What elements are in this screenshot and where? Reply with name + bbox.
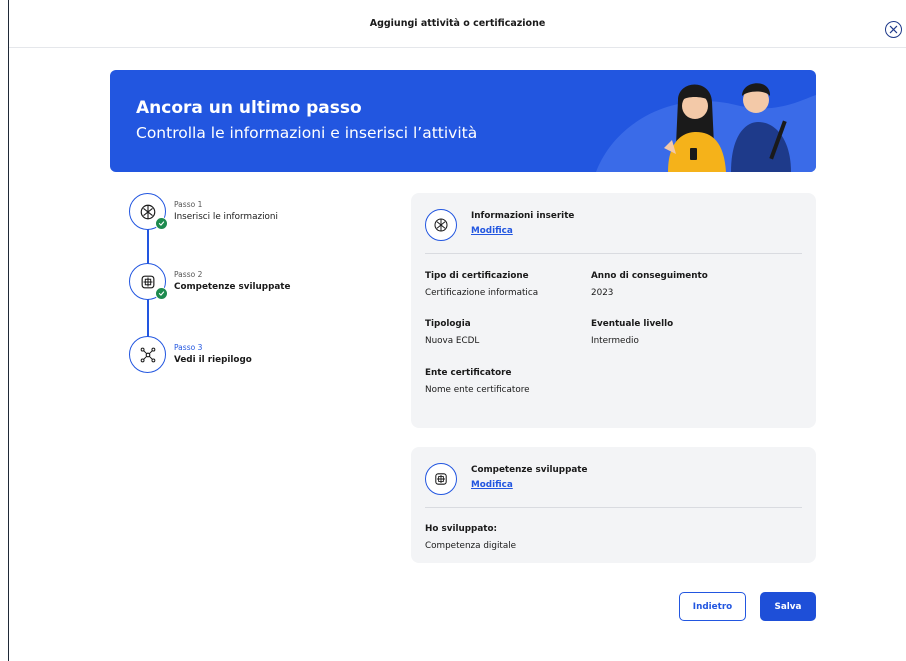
- field-label: Anno di conseguimento: [591, 271, 708, 281]
- skills-card-title: Competenze sviluppate: [471, 465, 588, 475]
- field-tipologia: Tipologia Nuova ECDL: [425, 319, 479, 346]
- info-card-divider: [425, 253, 802, 254]
- field-anno-conseguimento: Anno di conseguimento 2023: [591, 271, 708, 298]
- field-value: Nuova ECDL: [425, 336, 480, 346]
- info-card-icon-wrap: [425, 209, 457, 241]
- skills-card-icon-wrap: [425, 463, 457, 495]
- step-3-circle: [129, 336, 166, 373]
- info-card: Informazioni inserite Modifica Tipo di c…: [411, 193, 816, 428]
- modal-header: Aggiungi attività o certificazione: [9, 0, 906, 48]
- step-3-label: Vedi il riepilogo: [174, 355, 252, 365]
- check-icon: [158, 291, 165, 296]
- field-label: Ente certificatore: [425, 368, 512, 378]
- puzzle-icon: [141, 275, 154, 288]
- step-1: Passo 1 Inserisci le informazioni: [129, 193, 389, 233]
- step-3-number: Passo 3: [174, 343, 203, 352]
- step-1-label: Inserisci le informazioni: [174, 212, 278, 222]
- modal-title: Aggiungi attività o certificazione: [369, 18, 546, 29]
- skills-card-divider: [425, 507, 802, 508]
- skills-card-edit-link[interactable]: Modifica: [471, 480, 513, 490]
- step-1-check: [155, 217, 168, 230]
- banner-subtitle: Controlla le informazioni e inserisci l’…: [136, 124, 478, 142]
- back-button[interactable]: Indietro: [679, 592, 746, 621]
- close-icon: [889, 25, 898, 34]
- step-2: Passo 2 Competenze sviluppate: [129, 263, 389, 303]
- modal-frame: Aggiungi attività o certificazione Ancor…: [8, 0, 906, 661]
- people-illustration: [596, 83, 816, 172]
- field-tipo-certificazione: Tipo di certificazione Certificazione in…: [425, 271, 538, 298]
- stepper: Passo 1 Inserisci le informazioni Passo …: [129, 193, 389, 383]
- save-button[interactable]: Salva: [760, 592, 816, 621]
- field-value: Competenza digitale: [425, 541, 517, 551]
- cube-icon: [140, 204, 155, 219]
- info-card-edit-link[interactable]: Modifica: [471, 226, 513, 236]
- field-label: Eventuale livello: [591, 319, 674, 329]
- skills-card: Competenze sviluppate Modifica Ho svilup…: [411, 447, 816, 563]
- hero-banner: Ancora un ultimo passo Controlla le info…: [110, 70, 816, 172]
- field-ente-certificatore: Ente certificatore Nome ente certificato…: [425, 368, 530, 395]
- banner-title: Ancora un ultimo passo: [136, 98, 362, 118]
- field-ho-sviluppato: Ho sviluppato: Competenza digitale: [425, 524, 516, 551]
- puzzle-icon: [435, 473, 447, 485]
- field-value: Nome ente certificatore: [425, 385, 530, 395]
- field-label: Tipologia: [425, 319, 471, 329]
- check-icon: [158, 221, 165, 226]
- field-eventuale-livello: Eventuale livello Intermedio: [591, 319, 673, 346]
- field-label: Ho sviluppato:: [425, 524, 498, 534]
- skills-card-header: Competenze sviluppate Modifica: [425, 461, 805, 501]
- step-1-number: Passo 1: [174, 200, 203, 209]
- info-card-title: Informazioni inserite: [471, 211, 575, 221]
- cube-icon: [434, 218, 448, 232]
- field-label: Tipo di certificazione: [425, 271, 529, 281]
- field-value: Intermedio: [591, 336, 639, 346]
- step-2-check: [155, 287, 168, 300]
- step-3: Passo 3 Vedi il riepilogo: [129, 336, 389, 376]
- close-button[interactable]: [885, 21, 902, 38]
- step-2-number: Passo 2: [174, 270, 203, 279]
- info-card-header: Informazioni inserite Modifica: [425, 207, 805, 247]
- network-icon: [140, 347, 155, 362]
- field-value: Certificazione informatica: [425, 288, 539, 298]
- step-2-label: Competenze sviluppate: [174, 282, 291, 292]
- field-value: 2023: [591, 288, 614, 298]
